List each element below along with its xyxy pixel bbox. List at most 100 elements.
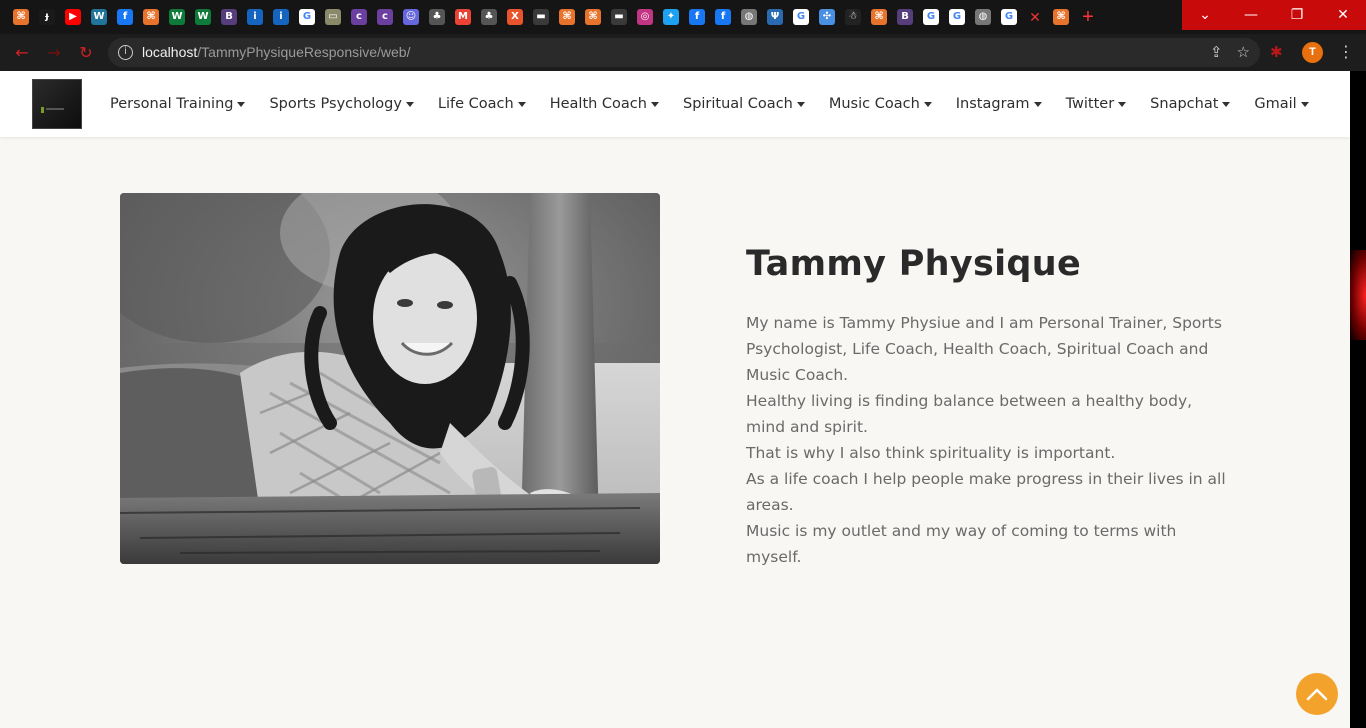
caret-down-icon: [237, 101, 246, 107]
xampp-icon[interactable]: ⌘: [868, 6, 890, 28]
minimize-icon[interactable]: —: [1228, 0, 1274, 30]
tab-list: ⌘ ɟ ▶ Wf ⌘ W W Bi i G ▭ c c ☺ ♣ M ♣ X ▬ ⌘ ⌘ ▬ ◎ ✦ f f ◍ Ψ G ✣ ☃ ⌘ B G G ◍ G ✕…: [10, 6, 1100, 28]
reload-icon[interactable]: ↻: [74, 41, 98, 65]
info-icon[interactable]: i: [270, 6, 292, 28]
bio-paragraph: As a life coach I help people make progr…: [746, 470, 1226, 514]
close-window-icon[interactable]: ✕: [1320, 0, 1366, 30]
nav-item-sports-psychology[interactable]: Sports Psychology: [257, 96, 425, 112]
caret-down-icon: [1300, 101, 1309, 107]
address-bar[interactable]: i localhost/TammyPhysiqueResponsive/web/…: [108, 38, 1260, 67]
dark-tab-icon[interactable]: ▬: [530, 6, 552, 28]
nav-item-personal-training[interactable]: Personal Training: [98, 96, 257, 112]
nav-item-twitter[interactable]: Twitter: [1054, 96, 1139, 112]
nav-item-label: Sports Psychology: [269, 96, 402, 112]
caret-down-icon: [1033, 101, 1042, 107]
back-icon[interactable]: ←: [10, 41, 34, 65]
scroll-to-top-button[interactable]: [1296, 673, 1338, 715]
snapchat-icon[interactable]: ☃: [842, 6, 864, 28]
bookmark-star-icon[interactable]: ☆: [1237, 43, 1250, 61]
new-tab-icon[interactable]: +: [1076, 6, 1100, 28]
facebook-icon[interactable]: f: [712, 6, 734, 28]
nav-item-label: Life Coach: [437, 96, 514, 112]
window-controls: ⌄ — ❐ ✕: [1182, 0, 1366, 30]
google-icon[interactable]: G: [920, 6, 942, 28]
profile-photo: [120, 193, 660, 564]
xt-icon[interactable]: X: [504, 6, 526, 28]
extensions-icon[interactable]: ✱: [1270, 43, 1283, 61]
page-scrollbar[interactable]: [1350, 71, 1366, 728]
instagram-icon[interactable]: ◎: [634, 6, 656, 28]
nav-item-music-coach[interactable]: Music Coach: [817, 96, 944, 112]
url-text[interactable]: localhost/TammyPhysiqueResponsive/web/: [142, 44, 410, 60]
nav-item-snapchat[interactable]: Snapchat: [1138, 96, 1242, 112]
nav-item-label: Personal Training: [110, 96, 234, 112]
bio-paragraph: That is why I also think spirituality is…: [746, 444, 1116, 462]
tab-search-icon[interactable]: ⌄: [1182, 0, 1228, 30]
bootstrap-icon[interactable]: B: [218, 6, 240, 28]
colorlib-icon[interactable]: c: [348, 6, 370, 28]
facebook-icon[interactable]: f: [114, 6, 136, 28]
nav-item-instagram[interactable]: Instagram: [944, 96, 1054, 112]
xampp-icon[interactable]: ⌘: [1050, 6, 1072, 28]
site-info-icon[interactable]: i: [118, 45, 133, 60]
twitter-icon[interactable]: ✦: [660, 6, 682, 28]
close-tab-icon[interactable]: ✕: [1024, 9, 1046, 26]
nav-item-label: Health Coach: [549, 96, 647, 112]
caret-down-icon: [517, 101, 526, 107]
nav-item-health-coach[interactable]: Health Coach: [538, 96, 671, 112]
chevron-up-icon: [1306, 688, 1328, 701]
site-navbar: Personal Training Sports Psychology Life C…: [0, 71, 1350, 137]
nav-item-label: Music Coach: [828, 96, 920, 112]
webflow-icon[interactable]: W: [192, 6, 214, 28]
image-icon[interactable]: ▭: [322, 6, 344, 28]
globe-icon[interactable]: ◍: [738, 6, 760, 28]
caret-down-icon: [1118, 101, 1127, 107]
facebook-icon[interactable]: f: [686, 6, 708, 28]
restore-icon[interactable]: ❐: [1274, 0, 1320, 30]
profile-bio: My name is Tammy Physiue and I am Person…: [746, 310, 1226, 570]
caret-down-icon: [923, 101, 932, 107]
xampp-icon[interactable]: ⌘: [556, 6, 578, 28]
nav-item-label: Spiritual Coach: [682, 96, 793, 112]
google-icon[interactable]: G: [790, 6, 812, 28]
site-logo[interactable]: [32, 79, 82, 129]
globe-icon[interactable]: ◍: [972, 6, 994, 28]
scrollbar-thumb[interactable]: [1350, 250, 1366, 340]
browser-menu-icon[interactable]: ⋮: [1338, 42, 1354, 61]
dark-tab-icon[interactable]: ▬: [608, 6, 630, 28]
google-icon[interactable]: G: [998, 6, 1020, 28]
nav-item-label: Gmail: [1254, 96, 1297, 112]
xampp-icon[interactable]: ⌘: [140, 6, 162, 28]
info-icon[interactable]: i: [244, 6, 266, 28]
bird-icon[interactable]: ♣: [478, 6, 500, 28]
nav-item-label: Twitter: [1065, 96, 1115, 112]
bio-paragraph: My name is Tammy Physiue and I am Person…: [746, 314, 1222, 384]
dots-icon[interactable]: ✣: [816, 6, 838, 28]
browser-toolbar: ← → ↻ i localhost/TammyPhysiqueResponsiv…: [0, 34, 1366, 71]
caret-down-icon: [650, 101, 659, 107]
share-icon[interactable]: ⇪: [1210, 43, 1223, 61]
xampp-icon[interactable]: ⌘: [582, 6, 604, 28]
green-logo-icon[interactable]: ɟ: [36, 6, 58, 28]
gmail-icon[interactable]: M: [452, 6, 474, 28]
webflow-icon[interactable]: W: [166, 6, 188, 28]
nav-item-life-coach[interactable]: Life Coach: [426, 96, 538, 112]
page-content: Personal Training Sports Psychology Life C…: [0, 71, 1350, 728]
bootstrap-icon[interactable]: B: [894, 6, 916, 28]
google-icon[interactable]: G: [296, 6, 318, 28]
wordpress-icon[interactable]: W: [88, 6, 110, 28]
xampp-icon[interactable]: ⌘: [10, 6, 32, 28]
pocket-icon[interactable]: ☺: [400, 6, 422, 28]
forward-icon[interactable]: →: [42, 41, 66, 65]
trident-icon[interactable]: Ψ: [764, 6, 786, 28]
google-icon[interactable]: G: [946, 6, 968, 28]
bird-icon[interactable]: ♣: [426, 6, 448, 28]
nav-item-spiritual-coach[interactable]: Spiritual Coach: [671, 96, 817, 112]
youtube-icon[interactable]: ▶: [62, 6, 84, 28]
profile-avatar[interactable]: T: [1302, 42, 1323, 63]
colorlib-icon[interactable]: c: [374, 6, 396, 28]
caret-down-icon: [1222, 101, 1231, 107]
nav-item-gmail[interactable]: Gmail: [1242, 96, 1320, 112]
nav-item-label: Snapchat: [1150, 96, 1219, 112]
main-menu: Personal Training Sports Psychology Life C…: [98, 71, 1321, 137]
